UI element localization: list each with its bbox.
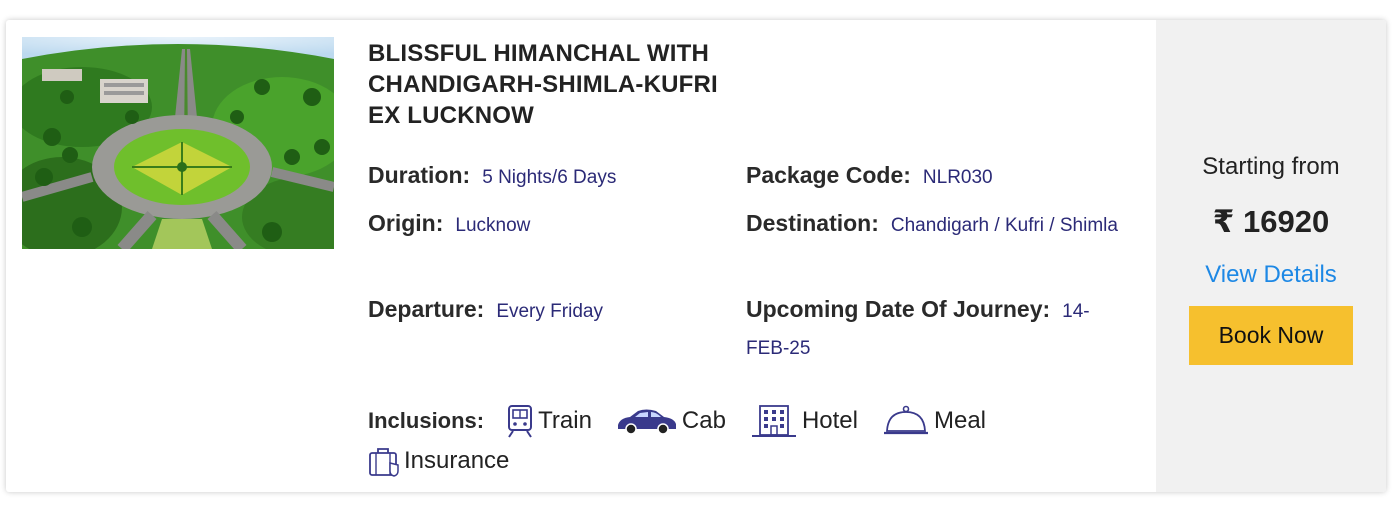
package-price: ₹ 16920 (1212, 204, 1330, 239)
hotel-icon (751, 405, 796, 437)
departure-label: Departure: (368, 296, 485, 322)
origin-field: Origin: Lucknow (368, 205, 728, 244)
insurance-briefcase-icon (369, 448, 399, 477)
package-title-line: EX LUCKNOW (368, 102, 534, 129)
view-details-link[interactable]: View Details (1156, 261, 1386, 289)
inclusion-label: Meal (933, 407, 987, 434)
meal-cloche-icon (883, 405, 928, 435)
duration-value: 5 Nights/6 Days (482, 167, 617, 188)
destination-label: Destination: (746, 210, 879, 236)
inclusions: Inclusions: Train Cab Hotel Meal Insuran… (368, 401, 1068, 481)
package-title-line: BLISSFUL HIMANCHAL WITH (368, 40, 710, 67)
package-card: BLISSFUL HIMANCHAL WITH CHANDIGARH-SHIML… (6, 20, 1386, 492)
inclusion-label: Train (538, 407, 592, 434)
inclusion-label: Cab (681, 407, 726, 434)
inclusion-hotel: Hotel (750, 404, 858, 438)
train-icon (508, 405, 533, 438)
package-code-value: NLR030 (922, 167, 993, 188)
inclusions-label: Inclusions: (368, 408, 485, 433)
destination-field: Destination: Chandigarh / Kufri / Shimla (746, 205, 1126, 244)
departure-value: Every Friday (496, 301, 603, 322)
pricing-panel: Starting from ₹ 16920 View Details Book … (1156, 20, 1386, 492)
book-now-button[interactable]: Book Now (1189, 306, 1353, 365)
duration-label: Duration: (368, 162, 471, 188)
inclusion-meal: Meal (882, 405, 986, 437)
package-code-field: Package Code: NLR030 (746, 157, 1146, 196)
inclusion-label: Hotel (801, 407, 858, 434)
origin-label: Origin: (368, 210, 444, 236)
inclusion-train: Train (506, 404, 592, 438)
inclusion-cab: Cab (616, 407, 726, 435)
package-code-label: Package Code: (746, 162, 911, 188)
origin-value: Lucknow (455, 215, 531, 236)
destination-value: Chandigarh / Kufri / Shimla (890, 215, 1118, 236)
duration-field: Duration: 5 Nights/6 Days (368, 157, 728, 196)
package-info: BLISSFUL HIMANCHAL WITH CHANDIGARH-SHIML… (368, 20, 1148, 492)
package-thumbnail-image[interactable] (22, 37, 334, 249)
journey-date-field: Upcoming Date Of Journey: 14-FEB-25 (746, 291, 1126, 367)
inclusion-label: Insurance (404, 447, 510, 474)
starting-from-label: Starting from (1202, 153, 1340, 180)
journey-date-label: Upcoming Date Of Journey: (746, 296, 1051, 322)
inclusion-insurance: Insurance (368, 445, 509, 477)
package-title[interactable]: BLISSFUL HIMANCHAL WITH CHANDIGARH-SHIML… (368, 38, 788, 131)
package-title-line: CHANDIGARH-SHIMLA-KUFRI (368, 71, 718, 98)
car-icon (617, 409, 676, 435)
departure-field: Departure: Every Friday (368, 291, 728, 330)
